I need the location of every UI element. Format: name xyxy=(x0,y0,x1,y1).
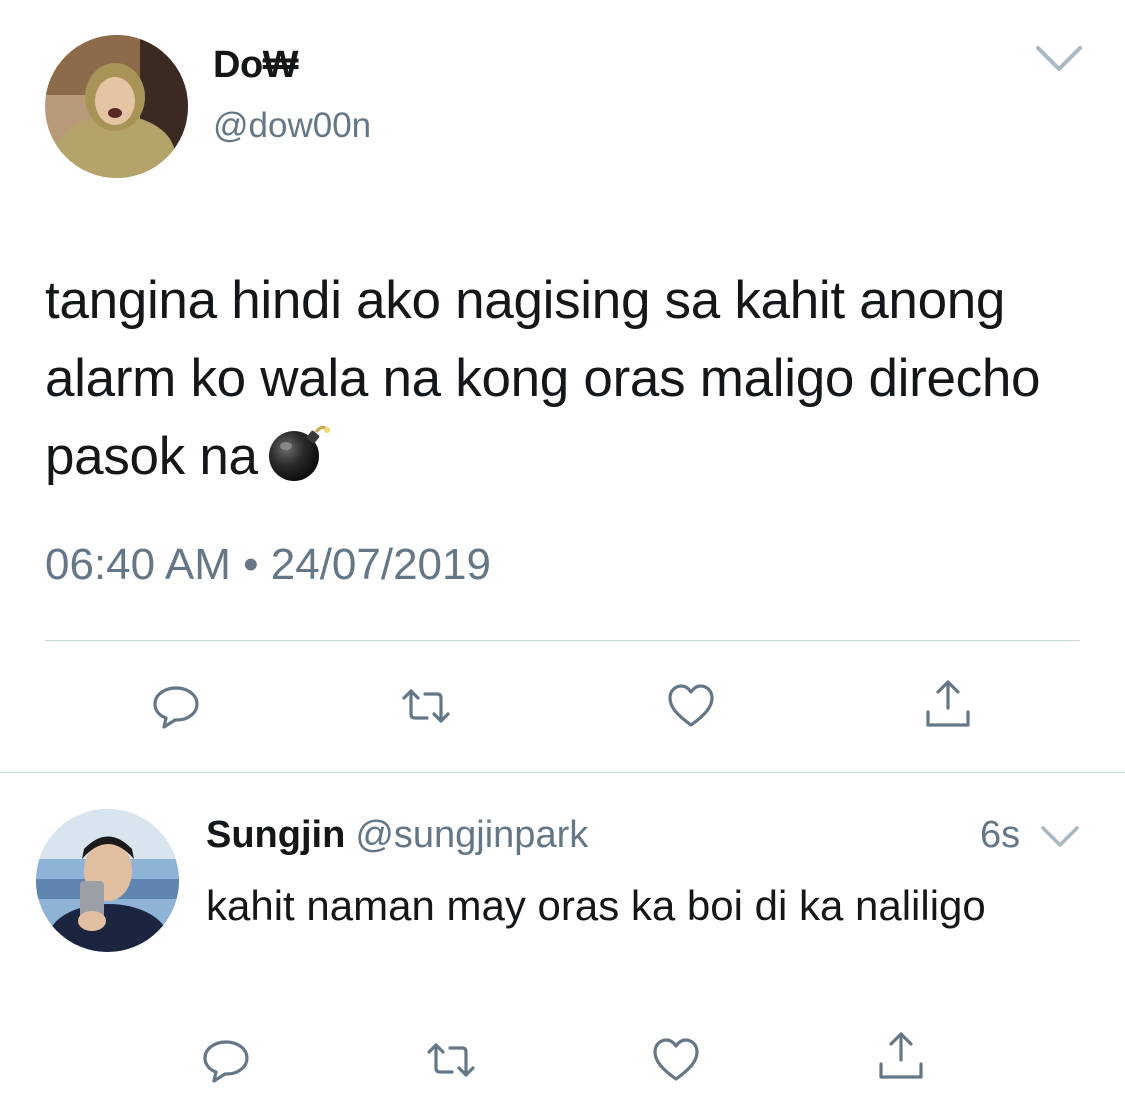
reply-text: kahit naman may oras ka boi di ka nalili… xyxy=(206,882,986,929)
like-icon[interactable] xyxy=(650,1034,702,1086)
avatar-photo xyxy=(45,35,188,178)
reply-author-handle[interactable]: @sungjinpark xyxy=(355,814,588,856)
author-avatar[interactable] xyxy=(45,35,188,178)
chevron-down-icon[interactable] xyxy=(1035,44,1083,74)
tweet-timestamp[interactable]: 06:40 AM • 24/07/2019 xyxy=(45,540,491,590)
avatar-photo xyxy=(36,809,179,952)
tweet-text: tangina hindi ako nagising sa kahit anon… xyxy=(45,262,1045,496)
retweet-icon[interactable] xyxy=(400,680,452,732)
author-name[interactable]: Do₩ xyxy=(213,44,299,87)
like-icon[interactable] xyxy=(665,680,717,732)
tweet-text-body: tangina hindi ako nagising sa kahit anon… xyxy=(45,271,1041,486)
reply-author-name[interactable]: Sungjin xyxy=(206,814,345,856)
reply-timestamp[interactable]: 6s xyxy=(980,814,1020,857)
reply-icon[interactable] xyxy=(200,1034,252,1086)
bomb-emoji-icon xyxy=(268,425,330,481)
chevron-down-icon[interactable] xyxy=(1040,824,1080,850)
author-handle[interactable]: @dow00n xyxy=(213,106,371,146)
share-icon[interactable] xyxy=(875,1030,927,1082)
reply-author-avatar[interactable] xyxy=(36,809,179,952)
share-icon[interactable] xyxy=(922,678,974,730)
reply-icon[interactable] xyxy=(150,680,202,732)
divider xyxy=(45,640,1080,641)
reply-header: Sungjin @sungjinpark xyxy=(206,814,588,857)
section-divider xyxy=(0,772,1125,773)
retweet-icon[interactable] xyxy=(425,1034,477,1086)
